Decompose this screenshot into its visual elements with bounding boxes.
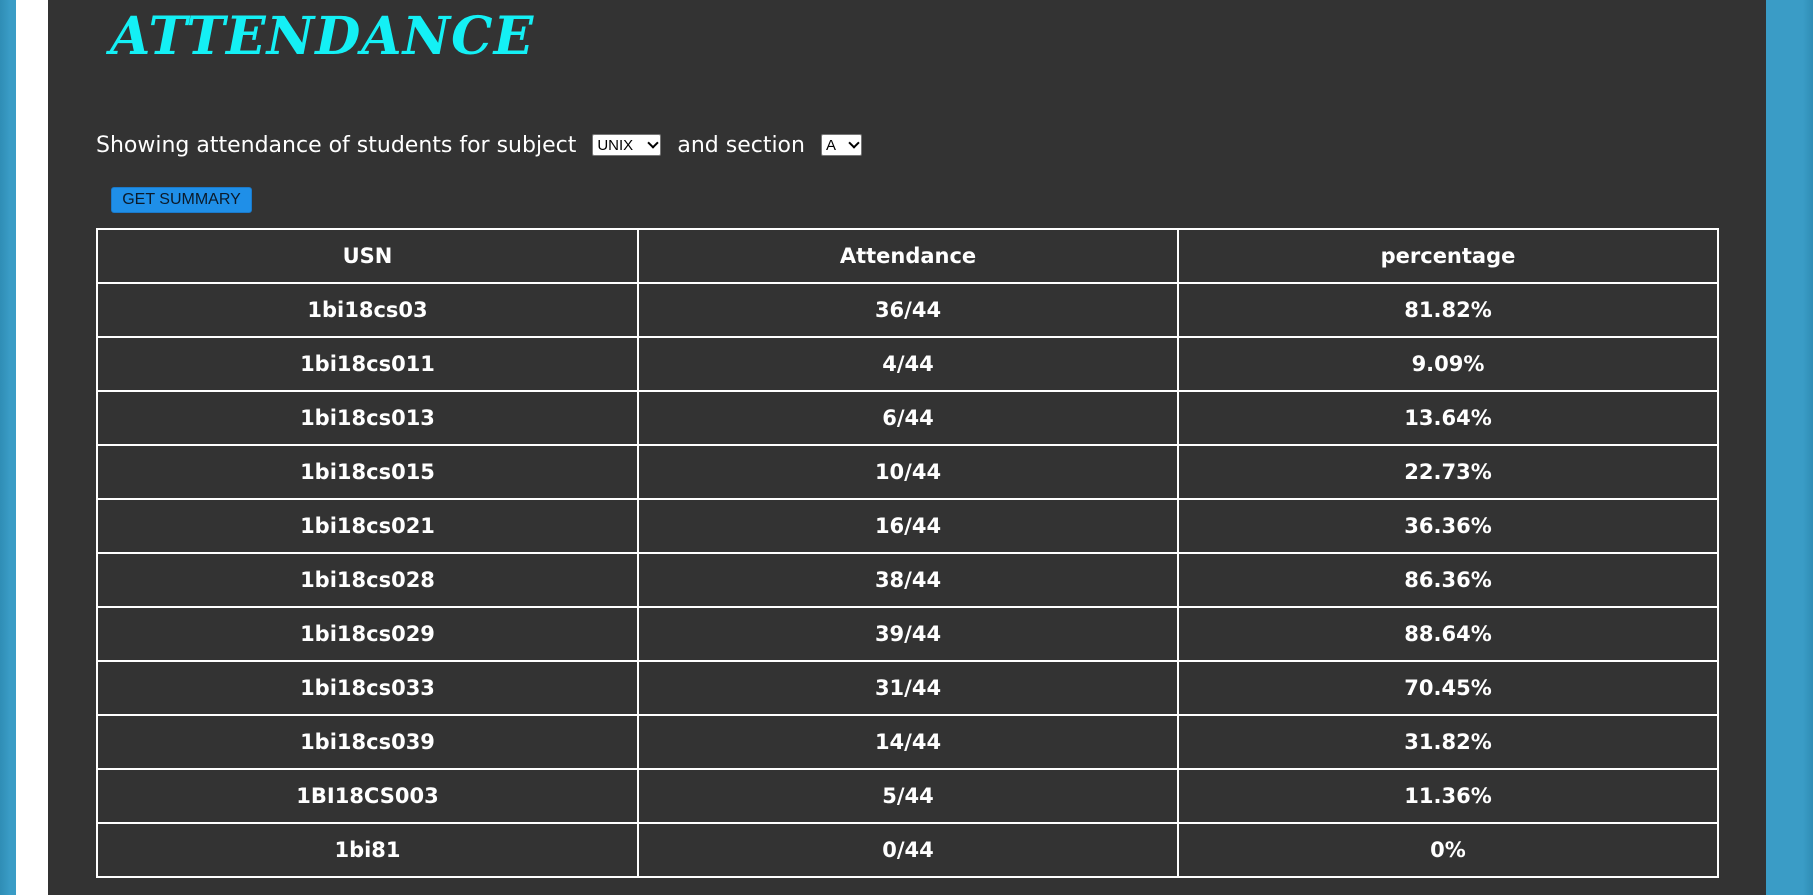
attendance-cell: 14/44	[637, 714, 1179, 770]
table-row: 1bi18cs015 10/44 22.73%	[96, 444, 1719, 500]
percentage-cell: 36.36%	[1177, 498, 1719, 554]
usn-cell: 1bi18cs028	[96, 552, 639, 608]
percentage-cell: 11.36%	[1177, 768, 1719, 824]
attendance-table: USN Attendance percentage 1bi18cs03 36/44…	[96, 228, 1719, 878]
attendance-cell: 39/44	[637, 606, 1179, 662]
attendance-cell: 10/44	[637, 444, 1179, 500]
column-header-percentage: percentage	[1177, 228, 1719, 284]
table-row: 1bi18cs03 36/44 81.82%	[96, 282, 1719, 338]
get-summary-button[interactable]: GET SUMMARY	[111, 187, 252, 213]
usn-cell: 1BI18CS003	[96, 768, 639, 824]
percentage-cell: 31.82%	[1177, 714, 1719, 770]
filter-prefix-text: Showing attendance of students for subje…	[96, 132, 577, 158]
percentage-cell: 22.73%	[1177, 444, 1719, 500]
usn-cell: 1bi18cs011	[96, 336, 639, 392]
attendance-cell: 38/44	[637, 552, 1179, 608]
usn-cell: 1bi18cs015	[96, 444, 639, 500]
filter-middle-text: and section	[677, 132, 805, 158]
attendance-cell: 31/44	[637, 660, 1179, 716]
page-title: ATTENDANCE	[110, 6, 535, 67]
table-row: 1bi81 0/44 0%	[96, 822, 1719, 878]
usn-cell: 1bi81	[96, 822, 639, 878]
subject-select-value: UNIX	[597, 136, 634, 154]
usn-cell: 1bi18cs03	[96, 282, 639, 338]
table-row: 1bi18cs021 16/44 36.36%	[96, 498, 1719, 554]
usn-cell: 1bi18cs039	[96, 714, 639, 770]
attendance-cell: 6/44	[637, 390, 1179, 446]
subject-select[interactable]: UNIX	[592, 134, 662, 156]
usn-cell: 1bi18cs021	[96, 498, 639, 554]
attendance-cell: 36/44	[637, 282, 1179, 338]
section-select-value: A	[825, 136, 836, 154]
table-row: 1bi18cs013 6/44 13.64%	[96, 390, 1719, 446]
percentage-cell: 88.64%	[1177, 606, 1719, 662]
percentage-cell: 70.45%	[1177, 660, 1719, 716]
table-header-row: USN Attendance percentage	[96, 228, 1719, 284]
usn-cell: 1bi18cs033	[96, 660, 639, 716]
chevron-down-icon	[647, 136, 660, 149]
filter-row: Showing attendance of students for subje…	[96, 128, 862, 162]
table-row: 1bi18cs029 39/44 88.64%	[96, 606, 1719, 662]
percentage-cell: 13.64%	[1177, 390, 1719, 446]
table-row: 1BI18CS003 5/44 11.36%	[96, 768, 1719, 824]
percentage-cell: 0%	[1177, 822, 1719, 878]
percentage-cell: 86.36%	[1177, 552, 1719, 608]
table-row: 1bi18cs033 31/44 70.45%	[96, 660, 1719, 716]
column-header-attendance: Attendance	[637, 228, 1179, 284]
usn-cell: 1bi18cs013	[96, 390, 639, 446]
attendance-panel: ATTENDANCE Showing attendance of student…	[48, 0, 1766, 895]
section-select[interactable]: A	[820, 134, 862, 156]
attendance-cell: 16/44	[637, 498, 1179, 554]
attendance-cell: 4/44	[637, 336, 1179, 392]
table-row: 1bi18cs011 4/44 9.09%	[96, 336, 1719, 392]
percentage-cell: 81.82%	[1177, 282, 1719, 338]
table-row: 1bi18cs039 14/44 31.82%	[96, 714, 1719, 770]
percentage-cell: 9.09%	[1177, 336, 1719, 392]
column-header-usn: USN	[96, 228, 639, 284]
attendance-cell: 0/44	[637, 822, 1179, 878]
attendance-cell: 5/44	[637, 768, 1179, 824]
table-row: 1bi18cs028 38/44 86.36%	[96, 552, 1719, 608]
chevron-down-icon	[848, 136, 860, 149]
usn-cell: 1bi18cs029	[96, 606, 639, 662]
